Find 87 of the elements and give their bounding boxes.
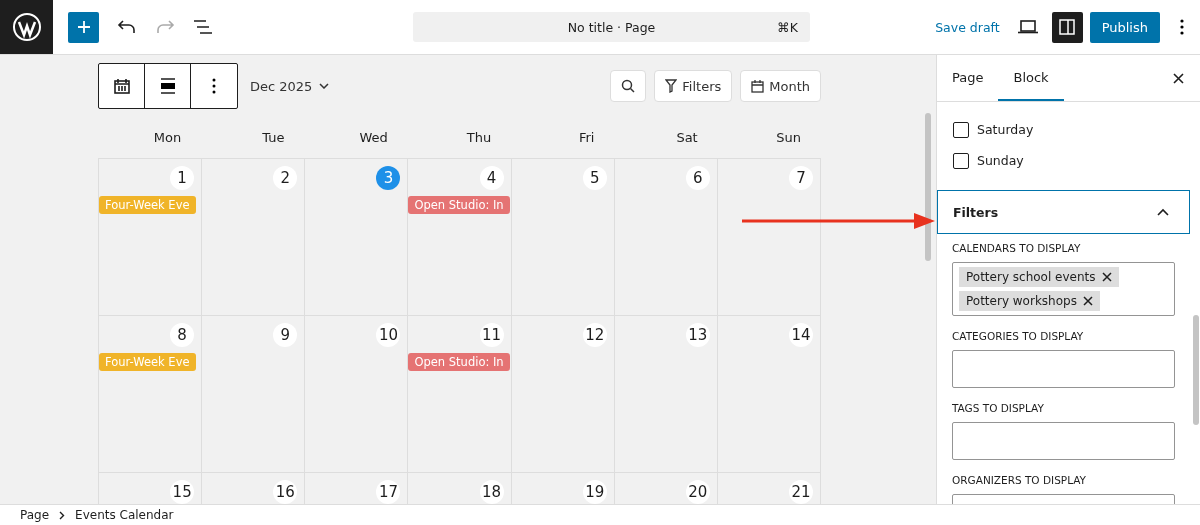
- checkbox-label: Sunday: [977, 153, 1024, 168]
- weekday-label: Tue: [261, 129, 286, 145]
- day-cell[interactable]: 7: [717, 159, 821, 316]
- day-number: 5: [582, 166, 607, 190]
- panel-header[interactable]: Filters: [937, 190, 1190, 234]
- day-cell[interactable]: 8 Four-Week Eve: [99, 316, 203, 473]
- day-number: 20: [685, 480, 710, 504]
- sidebar-icon: [1059, 19, 1076, 35]
- weekday-label: Thu: [465, 129, 493, 145]
- day-cell[interactable]: 2: [202, 159, 306, 316]
- wordpress-logo[interactable]: [0, 0, 53, 54]
- day-number: 6: [685, 166, 710, 190]
- chevron-up-icon: [1157, 208, 1169, 216]
- shortcut-hint: ⌘K: [777, 19, 798, 35]
- save-draft-button[interactable]: Save draft: [935, 19, 1000, 35]
- day-number: 15: [170, 480, 195, 504]
- day-cell[interactable]: 11 Open Studio: In: [408, 316, 512, 473]
- field-label: CALENDARS TO DISPLAY: [952, 242, 1082, 254]
- calendar-icon: [751, 79, 765, 93]
- day-cell[interactable]: 10: [305, 316, 409, 473]
- breadcrumb-link[interactable]: Events Calendar: [75, 508, 174, 522]
- remove-icon[interactable]: [1082, 296, 1093, 306]
- day-cell[interactable]: 13: [614, 316, 718, 473]
- day-cell[interactable]: 1 Four-Week Eve: [99, 159, 203, 316]
- day-number: 8: [170, 323, 195, 347]
- funnel-icon: [665, 79, 678, 93]
- close-icon[interactable]: [1173, 72, 1184, 84]
- day-number: 7: [789, 166, 813, 190]
- day-number: 17: [376, 480, 401, 504]
- field-label: TAGS TO DISPLAY: [952, 402, 1045, 414]
- day-number: 10: [376, 323, 401, 347]
- checkbox-label: Saturday: [977, 122, 1034, 137]
- day-number: 21: [789, 480, 813, 504]
- checkbox[interactable]: [953, 121, 969, 138]
- laptop-icon[interactable]: [1017, 20, 1038, 34]
- weekday-label: Wed: [358, 129, 389, 145]
- token-label: Pottery workshops: [966, 294, 1077, 308]
- more-options-icon[interactable]: [1180, 19, 1184, 35]
- weekday-label: Sat: [675, 129, 699, 145]
- publish-button[interactable]: Publish: [1089, 11, 1160, 43]
- sidebar-tab[interactable]: Page: [937, 55, 999, 101]
- chevron-icon: [59, 510, 66, 520]
- search-button[interactable]: [610, 70, 647, 102]
- sidebar-tab[interactable]: Block: [998, 55, 1064, 101]
- panel-title: Filters: [953, 204, 999, 220]
- day-number: 9: [273, 323, 298, 347]
- day-cell[interactable]: 9: [202, 316, 306, 473]
- list-view-icon[interactable]: [193, 19, 213, 35]
- sidebar-toggle-button[interactable]: [1051, 11, 1083, 43]
- token-label: Pottery school events: [966, 270, 1096, 284]
- day-number: 2: [273, 166, 298, 190]
- day-number: 13: [685, 323, 710, 347]
- day-number: 14: [789, 323, 813, 347]
- remove-icon[interactable]: [1101, 272, 1112, 282]
- search-icon: [621, 79, 636, 93]
- day-number: 19: [582, 480, 607, 504]
- document-title: No title · Page: [567, 19, 656, 35]
- day-cell[interactable]: 5: [511, 159, 615, 316]
- field-label: ORGANIZERS TO DISPLAY: [952, 474, 1088, 486]
- day-number: 1: [170, 166, 195, 190]
- day-cell[interactable]: 14: [717, 316, 821, 473]
- day-number: 12: [582, 323, 607, 347]
- plus-icon: [76, 20, 91, 34]
- chevron-down-icon: [319, 83, 330, 89]
- weekday-label: Fri: [577, 129, 596, 145]
- field-label: CATEGORIES TO DISPLAY: [952, 330, 1085, 342]
- breadcrumb-link[interactable]: Page: [20, 508, 50, 522]
- day-number: 11: [479, 323, 504, 347]
- weekday-label: Sun: [775, 129, 802, 145]
- checkbox[interactable]: [953, 152, 969, 169]
- document-title-bar[interactable]: No title · Page ⌘K: [413, 12, 810, 42]
- month-selector[interactable]: Dec 2025: [250, 78, 330, 94]
- input-field[interactable]: [952, 422, 1175, 460]
- day-cell[interactable]: 4 Open Studio: In: [408, 159, 512, 316]
- filters-button[interactable]: Filters: [654, 70, 733, 102]
- undo-icon[interactable]: [117, 20, 137, 34]
- day-number: 3: [376, 166, 401, 190]
- view-button[interactable]: Month: [740, 70, 821, 102]
- day-number: 18: [479, 480, 504, 504]
- day-number: 4: [479, 166, 504, 190]
- weekday-label: Mon: [152, 129, 183, 145]
- input-field[interactable]: Pottery school events Pottery workshops: [952, 262, 1175, 316]
- day-cell[interactable]: 12: [511, 316, 615, 473]
- input-field[interactable]: [952, 350, 1175, 388]
- day-cell[interactable]: 6: [614, 159, 718, 316]
- day-number: 16: [273, 480, 298, 504]
- add-block-button[interactable]: [68, 11, 99, 43]
